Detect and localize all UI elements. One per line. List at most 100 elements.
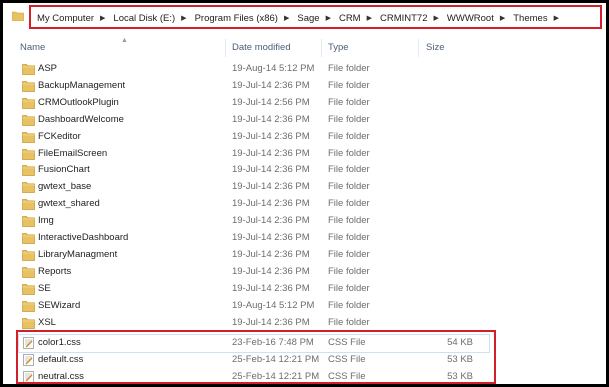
css-file-icon bbox=[22, 371, 35, 384]
row-name: LibraryManagment bbox=[38, 248, 118, 260]
folder-row[interactable]: FCKeditor 19-Jul-14 2:36 PM File folder bbox=[19, 129, 489, 146]
row-type: File folder bbox=[328, 96, 370, 108]
folder-row[interactable]: FileEmailScreen 19-Jul-14 2:36 PM File fol… bbox=[19, 146, 489, 163]
folder-row[interactable]: Reports 19-Jul-14 2:36 PM File folder bbox=[19, 264, 489, 281]
row-name: XSL bbox=[38, 316, 56, 328]
folder-icon bbox=[22, 300, 35, 312]
folder-row[interactable]: SEWizard 19-Aug-14 5:12 PM File folder bbox=[19, 298, 489, 315]
row-name: neutral.css bbox=[38, 371, 84, 383]
folder-icon bbox=[22, 198, 35, 211]
file-row[interactable]: default.css 25-Feb-14 12:21 PM CSS File 53 … bbox=[19, 352, 489, 369]
row-date: 19-Jul-14 2:56 PM bbox=[232, 96, 310, 108]
row-date: 19-Jul-14 2:36 PM bbox=[232, 316, 310, 328]
breadcrumb-arrow-icon[interactable]: ▶ bbox=[284, 14, 289, 22]
column-divider[interactable] bbox=[321, 39, 322, 57]
folder-row[interactable]: FusionChart 19-Jul-14 2:36 PM File folder bbox=[19, 162, 489, 179]
folder-row[interactable]: SE 19-Jul-14 2:36 PM File folder bbox=[19, 281, 489, 298]
folder-icon bbox=[22, 80, 35, 92]
row-name: FCKeditor bbox=[38, 130, 81, 142]
folder-row[interactable]: LibraryManagment 19-Jul-14 2:36 PM File fo… bbox=[19, 247, 489, 264]
folder-row[interactable]: ASP 19-Aug-14 5:12 PM File folder bbox=[19, 61, 489, 78]
row-size: 53 KB bbox=[447, 371, 473, 383]
row-type: File folder bbox=[328, 232, 370, 243]
column-date-modified[interactable]: Date modified bbox=[232, 42, 291, 53]
folder-row[interactable]: CRMOutlookPlugin 19-Jul-14 2:56 PM File fo… bbox=[19, 95, 489, 112]
folder-row[interactable]: DashboardWelcome 19-Jul-14 2:36 PM File fo… bbox=[19, 112, 489, 129]
row-date: 19-Jul-14 2:36 PM bbox=[232, 282, 310, 294]
folder-row[interactable]: Img 19-Jul-14 2:36 PM File folder bbox=[19, 213, 489, 230]
folder-row[interactable]: XSL 19-Jul-14 2:36 PM File folder bbox=[19, 315, 489, 332]
row-date: 19-Jul-14 2:36 PM bbox=[232, 215, 310, 227]
breadcrumb-arrow-icon[interactable]: ▶ bbox=[554, 14, 559, 22]
row-date: 19-Jul-14 2:36 PM bbox=[232, 130, 310, 142]
breadcrumb-item[interactable]: Sage ▶ bbox=[297, 13, 339, 24]
folder-row[interactable]: gwtext_shared 19-Jul-14 2:36 PM File folde… bbox=[19, 196, 489, 213]
folder-row[interactable]: BackupManagement 19-Jul-14 2:36 PM File fo… bbox=[19, 78, 489, 95]
breadcrumb-item[interactable]: CRMINT72 ▶ bbox=[380, 13, 447, 24]
row-type: File folder bbox=[328, 215, 370, 227]
breadcrumb-item[interactable]: CRM ▶ bbox=[339, 13, 380, 24]
breadcrumb-arrow-icon[interactable]: ▶ bbox=[367, 14, 372, 22]
row-type: File folder bbox=[328, 79, 370, 91]
row-type: File folder bbox=[328, 130, 370, 142]
row-name: SEWizard bbox=[38, 299, 81, 311]
breadcrumb-arrow-icon[interactable]: ▶ bbox=[100, 14, 105, 22]
row-date: 19-Jul-14 2:36 PM bbox=[232, 248, 310, 260]
breadcrumb-label: Sage bbox=[297, 12, 320, 24]
breadcrumb-item[interactable]: My Computer ▶ bbox=[37, 13, 113, 24]
row-date: 19-Jul-14 2:36 PM bbox=[232, 164, 310, 176]
row-date: 19-Jul-14 2:36 PM bbox=[232, 79, 310, 91]
breadcrumb-label: CRM bbox=[338, 12, 361, 24]
folder-icon bbox=[22, 97, 35, 109]
folder-row[interactable]: gwtext_base 19-Jul-14 2:36 PM File folder bbox=[19, 179, 489, 196]
breadcrumb-label: My Computer bbox=[37, 12, 95, 24]
row-type: File folder bbox=[328, 147, 370, 159]
row-name: CRMOutlookPlugin bbox=[38, 96, 119, 108]
folder-icon bbox=[22, 283, 35, 295]
row-date: 19-Jul-14 2:36 PM bbox=[232, 198, 310, 210]
column-divider[interactable] bbox=[225, 39, 226, 57]
folder-icon bbox=[22, 164, 35, 177]
row-type: File folder bbox=[328, 164, 370, 176]
folder-row[interactable]: InteractiveDashboard 19-Jul-14 2:36 PM Fil… bbox=[19, 230, 489, 247]
file-row[interactable]: neutral.css 25-Feb-14 12:21 PM CSS File 53 … bbox=[19, 369, 489, 384]
folder-icon bbox=[22, 148, 35, 160]
column-type[interactable]: Type bbox=[328, 42, 349, 53]
folder-icon bbox=[22, 215, 35, 227]
row-name: FileEmailScreen bbox=[38, 147, 108, 159]
column-size[interactable]: Size bbox=[426, 42, 444, 53]
row-name: Img bbox=[38, 215, 54, 227]
row-type: File folder bbox=[328, 113, 370, 125]
row-date: 19-Jul-14 2:36 PM bbox=[232, 265, 310, 277]
breadcrumb-arrow-icon[interactable]: ▶ bbox=[326, 14, 331, 22]
row-type: File folder bbox=[328, 282, 370, 294]
breadcrumb-item[interactable]: Local Disk (E:) ▶ bbox=[113, 13, 194, 24]
breadcrumb-arrow-icon[interactable]: ▶ bbox=[434, 14, 439, 22]
row-date: 25-Feb-14 12:21 PM bbox=[232, 354, 320, 366]
explorer-window: My Computer ▶ Local Disk (E:) ▶ Program File… bbox=[3, 3, 606, 384]
row-date: 19-Jul-14 2:36 PM bbox=[232, 181, 310, 193]
column-divider[interactable] bbox=[418, 39, 419, 57]
row-date: 19-Aug-14 5:12 PM bbox=[232, 63, 315, 74]
row-size: 54 KB bbox=[447, 337, 473, 349]
row-date: 19-Aug-14 5:12 PM bbox=[232, 299, 315, 311]
row-date: 19-Jul-14 2:36 PM bbox=[232, 232, 310, 243]
breadcrumb-label: Themes bbox=[513, 12, 548, 24]
row-date: 19-Jul-14 2:36 PM bbox=[232, 113, 310, 125]
folder-icon bbox=[22, 317, 35, 329]
row-type: CSS File bbox=[328, 354, 366, 366]
row-name: FusionChart bbox=[38, 164, 90, 176]
breadcrumb-label: Program Files (x86) bbox=[194, 12, 278, 24]
breadcrumb-item[interactable]: Themes ▶ bbox=[513, 13, 567, 24]
row-name: default.css bbox=[38, 354, 84, 366]
breadcrumb-item[interactable]: Program Files (x86) ▶ bbox=[195, 13, 298, 24]
row-type: File folder bbox=[328, 181, 370, 193]
address-bar[interactable]: My Computer ▶ Local Disk (E:) ▶ Program File… bbox=[3, 3, 606, 31]
breadcrumb-arrow-icon[interactable]: ▶ bbox=[500, 14, 505, 22]
breadcrumb-arrow-icon[interactable]: ▶ bbox=[181, 14, 186, 22]
row-type: File folder bbox=[328, 198, 370, 210]
breadcrumb-item[interactable]: WWWRoot ▶ bbox=[447, 13, 513, 24]
column-name[interactable]: Name bbox=[20, 42, 45, 53]
folder-icon bbox=[22, 63, 35, 75]
file-row[interactable]: color1.css 23-Feb-16 7:48 PM CSS File 54 KB bbox=[18, 334, 490, 354]
